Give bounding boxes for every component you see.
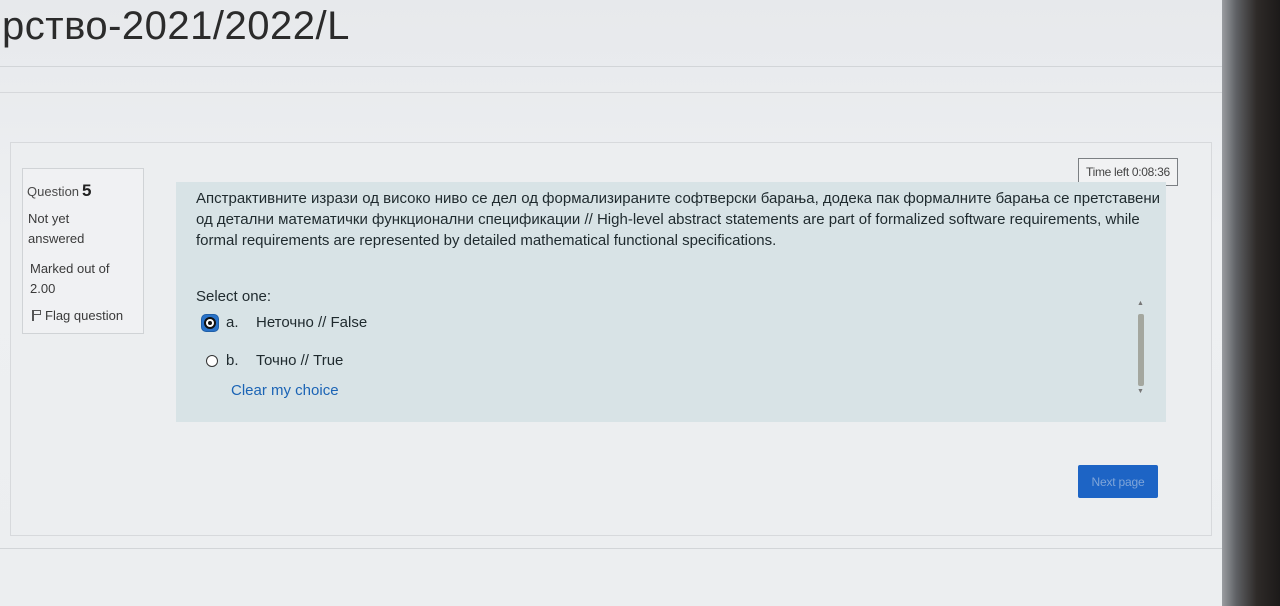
clear-my-choice-link[interactable]: Clear my choice [231,382,339,399]
next-page-button[interactable]: Next page [1078,465,1158,498]
flag-icon [32,310,41,321]
select-one-prompt: Select one: [196,288,272,305]
radio-button-a[interactable] [204,316,216,329]
question-state: Not yet answered [28,211,85,246]
option-label: Точно // True [256,352,344,369]
question-card: Апстрактивните изрази од високо ниво се … [176,182,1166,422]
option-letter: b. [226,352,239,369]
mark-label: Marked out of [30,261,110,276]
scrollbar-thumb[interactable] [1138,314,1144,386]
monitor-bezel [1222,0,1280,606]
scroll-down-icon[interactable]: ▼ [1137,388,1144,395]
scroll-up-icon[interactable]: ▲ [1137,300,1144,307]
divider [0,548,1222,549]
flag-question-label: Flag question [45,308,124,323]
question-mark: Marked out of 2.00 [30,259,140,299]
option-letter: a. [226,314,239,331]
flag-question-button[interactable]: Flag question [32,308,123,323]
quiz-screen: рство-2021/2022/L Question 5 Not yet answ… [0,0,1280,606]
question-number: Question 5 [27,181,92,201]
mark-value: 2.00 [30,281,56,296]
question-info-panel: Question 5 Not yet answered Marked out of… [22,168,144,334]
radio-button-b[interactable] [206,354,218,367]
question-number-value: 5 [82,181,92,200]
answer-option-b[interactable]: b. Точно // True [206,352,343,369]
scrollbar[interactable]: ▲ ▼ [1136,300,1146,396]
question-label: Question [27,184,80,199]
focus-ring [202,314,218,331]
page-title: рство-2021/2022/L [2,4,350,48]
answer-option-a[interactable]: a. Неточно // False [202,314,367,331]
divider [0,66,1222,67]
question-text: Апстрактивните изрази од високо ниво се … [196,190,1161,249]
option-label: Неточно // False [256,314,368,331]
divider [0,92,1222,93]
